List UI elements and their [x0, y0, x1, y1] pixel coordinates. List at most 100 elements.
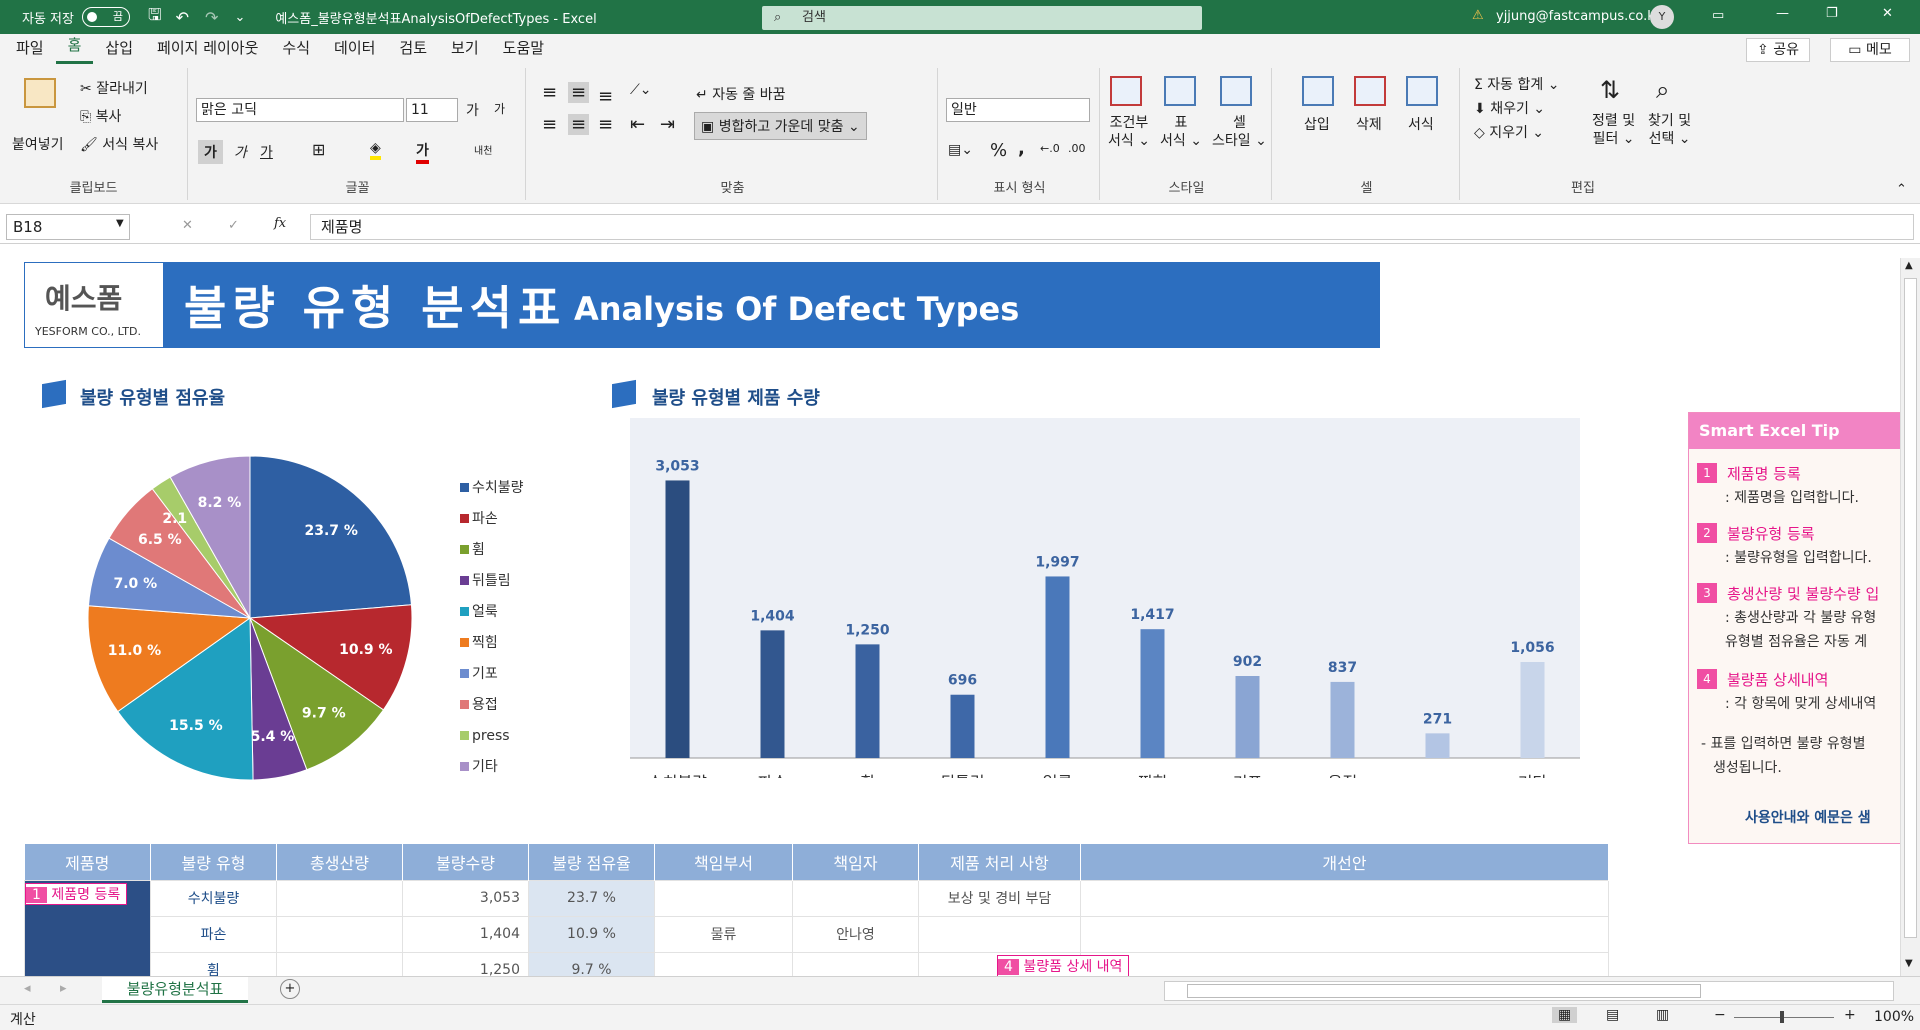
tab-page-layout[interactable]: 페이지 레이아웃 [145, 37, 270, 64]
sort-filter-button[interactable]: 정렬 및 필터 ⌄ [1592, 112, 1635, 148]
share-cell[interactable]: 23.7 % [528, 879, 655, 917]
insert-cells-button[interactable]: 삽입 [1304, 114, 1330, 134]
format-painter-button[interactable]: 🖌 서식 복사 [80, 134, 158, 154]
tab-home[interactable]: 홈 [55, 34, 94, 64]
manager-cell[interactable]: 안나영 [792, 915, 919, 953]
cancel-icon[interactable]: ✕ [182, 218, 193, 233]
tab-insert[interactable]: 삽입 [93, 37, 145, 64]
action-cell[interactable]: 4 불량품 상세 내역 [918, 951, 1130, 976]
font-color-icon[interactable]: 가 [416, 140, 429, 164]
paste-icon[interactable] [24, 78, 56, 108]
format-as-table-icon[interactable] [1164, 76, 1196, 106]
insert-cells-icon[interactable] [1302, 76, 1334, 106]
total-cell[interactable] [276, 915, 403, 953]
tab-scroll-left-icon[interactable]: ◂ [24, 981, 31, 996]
formula-input[interactable]: 제품명 [310, 214, 1914, 240]
fill-color-icon[interactable]: ◈ [370, 140, 381, 160]
align-bottom-icon[interactable]: ≡ [598, 86, 613, 107]
increase-indent-icon[interactable]: ⇥ [660, 114, 675, 135]
delete-cells-button[interactable]: 삭제 [1356, 114, 1382, 134]
border-icon[interactable]: ⊞ [312, 140, 325, 159]
autosum-button[interactable]: Σ 자동 합계 ⌄ [1474, 74, 1559, 94]
memo-button[interactable]: ▭ 메모 [1830, 38, 1910, 62]
underline-button[interactable]: 가 [260, 142, 273, 162]
collapse-ribbon-icon[interactable]: ⌃ [1896, 182, 1907, 197]
tab-formulas[interactable]: 수식 [270, 37, 322, 64]
defect-type-cell[interactable]: 수치불량 [150, 879, 277, 917]
restore-icon[interactable]: ❐ [1826, 6, 1838, 21]
zoom-level[interactable]: 100% [1874, 1009, 1914, 1025]
cut-button[interactable]: ✂ 잘라내기 [80, 78, 148, 98]
vertical-scroll-thumb[interactable] [1904, 278, 1917, 938]
minimize-icon[interactable]: — [1776, 6, 1789, 21]
font-size-select[interactable]: 11 [406, 98, 458, 122]
defect-type-cell[interactable]: 휨 [150, 951, 277, 976]
action-cell[interactable] [918, 915, 1081, 953]
autosave-toggle[interactable]: 끔 [81, 7, 130, 27]
improvement-cell[interactable] [1080, 915, 1609, 953]
name-box-dropdown-icon[interactable]: ▼ [116, 218, 124, 229]
ribbon-display-icon[interactable]: ▭ [1712, 8, 1724, 23]
undo-icon[interactable]: ↶ [176, 8, 189, 27]
add-sheet-icon[interactable]: + [280, 979, 300, 999]
name-box[interactable]: B18 [6, 214, 130, 240]
format-as-table-button[interactable]: 표 서식 ⌄ [1160, 114, 1202, 150]
scroll-up-icon[interactable]: ▲ [1905, 260, 1913, 271]
cell-styles-icon[interactable] [1220, 76, 1252, 106]
merge-center-button[interactable]: ▣ 병합하고 가운데 맞춤 ⌄ [694, 112, 867, 140]
tab-review[interactable]: 검토 [387, 37, 439, 64]
format-cells-icon[interactable] [1406, 76, 1438, 106]
dept-cell[interactable] [654, 879, 793, 917]
defect-type-cell[interactable]: 파손 [150, 915, 277, 953]
vertical-scrollbar[interactable]: ▲ ▼ [1900, 258, 1920, 976]
percent-button[interactable]: % [990, 140, 1007, 161]
orientation-icon[interactable]: ⟋⌄ [630, 82, 652, 98]
wrap-text-button[interactable]: ↵ 자동 줄 바꿈 [696, 84, 786, 104]
zoom-slider[interactable] [1734, 1017, 1834, 1018]
manager-cell[interactable] [792, 951, 919, 976]
sort-filter-icon[interactable]: ⇅ [1600, 76, 1620, 104]
zoom-out-icon[interactable]: − [1714, 1007, 1726, 1023]
find-select-button[interactable]: 찾기 및 선택 ⌄ [1648, 112, 1691, 148]
action-cell[interactable]: 보상 및 경비 부담 [918, 879, 1081, 917]
decrease-indent-icon[interactable]: ⇤ [630, 114, 645, 135]
accounting-icon[interactable]: ▤⌄ [948, 142, 973, 158]
font-shrink-button[interactable]: 가 [494, 100, 505, 117]
font-grow-button[interactable]: 가 [466, 100, 479, 120]
qty-cell[interactable]: 3,053 [402, 879, 529, 917]
search-box[interactable]: ⌕ 검색 [762, 6, 1202, 30]
italic-button[interactable]: 가 [234, 142, 247, 162]
user-email[interactable]: yjjung@fastcampus.co.kr [1496, 9, 1660, 24]
avatar[interactable]: Y [1650, 5, 1674, 29]
zoom-slider-thumb[interactable] [1780, 1011, 1784, 1023]
tab-view[interactable]: 보기 [439, 37, 491, 64]
paste-button[interactable]: 붙여넣기 [12, 134, 64, 154]
increase-decimal-icon[interactable]: ←.0 [1040, 142, 1060, 155]
dept-cell[interactable] [654, 951, 793, 976]
total-cell[interactable] [276, 951, 403, 976]
align-middle-icon[interactable]: ≡ [568, 82, 590, 103]
find-select-icon[interactable]: ⌕ [1656, 76, 1669, 104]
page-layout-view-icon[interactable]: ▤ [1606, 1007, 1619, 1023]
redo-icon[interactable]: ↷ [205, 8, 218, 27]
sheet-tab-active[interactable]: 불량유형분석표 [102, 977, 248, 1003]
align-left-icon[interactable]: ≡ [542, 114, 557, 135]
zoom-in-icon[interactable]: + [1844, 1007, 1856, 1023]
enter-icon[interactable]: ✓ [228, 218, 239, 233]
horizontal-scroll-thumb[interactable] [1187, 984, 1701, 998]
align-right-icon[interactable]: ≡ [598, 114, 613, 135]
bold-button[interactable]: 가 [198, 140, 223, 164]
copy-button[interactable]: ⎘ 복사 [80, 106, 121, 126]
share-button[interactable]: ⇪ 공유 [1746, 38, 1810, 62]
delete-cells-icon[interactable] [1354, 76, 1386, 106]
share-cell[interactable]: 9.7 % [528, 951, 655, 976]
customize-qat-icon[interactable]: ⌄ [234, 10, 245, 25]
font-name-select[interactable]: 맑은 고딕 [196, 98, 404, 122]
align-top-icon[interactable]: ≡ [542, 82, 557, 103]
cell-styles-button[interactable]: 셀 스타일 ⌄ [1212, 114, 1267, 150]
normal-view-icon[interactable]: ▦ [1552, 1007, 1578, 1023]
improvement-cell[interactable] [1080, 951, 1609, 976]
fill-button[interactable]: ⬇ 채우기 ⌄ [1474, 98, 1545, 118]
dept-cell[interactable]: 물류 [654, 915, 793, 953]
product-cell[interactable]: 1 제품명 등록 [24, 879, 151, 976]
